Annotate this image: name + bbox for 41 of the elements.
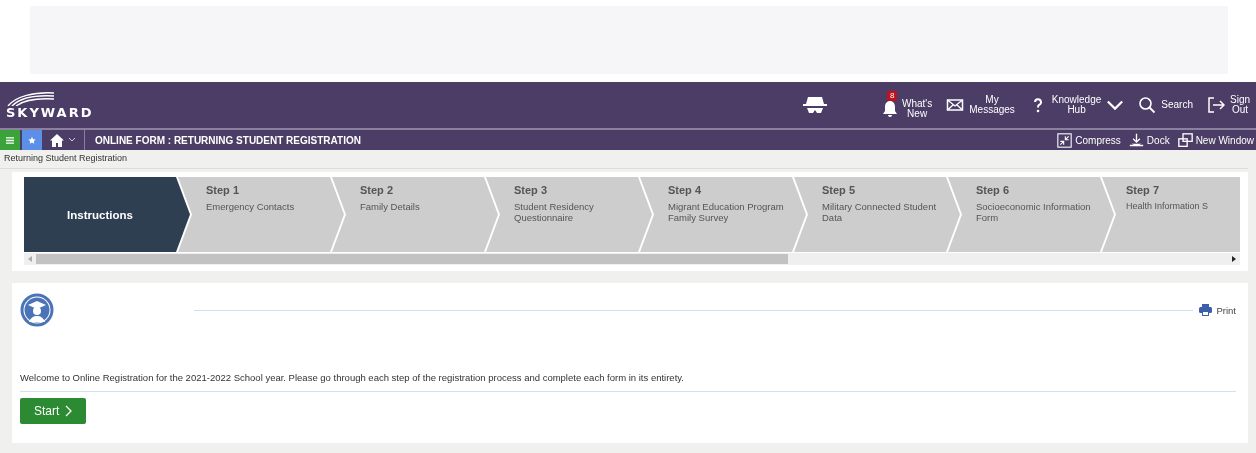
step-tab[interactable]: Step 6 Socioeconomic Information Form <box>948 177 1114 252</box>
help-link[interactable]: Knowledge Hub <box>1028 94 1125 116</box>
bell-link[interactable]: 8 What's New <box>883 90 933 120</box>
menu-icon <box>6 134 14 146</box>
step-tab[interactable]: Step 3 Student Residency Questionnaire <box>486 177 652 252</box>
chevron-icon <box>65 405 73 417</box>
graduate-icon <box>20 293 54 327</box>
welcome-message: Welcome to Online Registration for the 2021-2022 School year. Please go through each step of the registration process and complete each form in its entirety. <box>20 372 1236 392</box>
window-button[interactable]: New Window <box>1177 132 1254 148</box>
step-tab[interactable]: Step 1 Emergency Contacts <box>178 177 344 252</box>
signout-link[interactable]: Sign Out <box>1207 94 1250 116</box>
step-tab[interactable]: Step 5 Military Connected Student Data <box>794 177 960 252</box>
logo: SKYWARD <box>6 91 94 119</box>
printer-icon <box>1199 304 1213 316</box>
signout-icon <box>1207 96 1225 114</box>
search-icon <box>1138 96 1157 114</box>
window-icon <box>1177 132 1193 148</box>
compress-button[interactable]: Compress <box>1057 132 1121 148</box>
search-link[interactable]: Search <box>1138 96 1193 114</box>
print-button[interactable]: Print <box>1199 304 1236 316</box>
caret-icon <box>68 137 76 143</box>
step-tab[interactable]: Instructions <box>24 177 190 252</box>
mail-link[interactable]: My Messages <box>946 94 1015 116</box>
notification-badge: 8 <box>887 90 898 101</box>
scrollbar[interactable] <box>24 253 1240 265</box>
mail-icon <box>946 96 965 114</box>
compress-icon <box>1057 132 1073 148</box>
swoosh-icon <box>6 91 56 106</box>
step-tab[interactable]: Step 4 Migrant Education Program Family Survey <box>640 177 806 252</box>
menu-button[interactable] <box>0 130 20 150</box>
dock-icon <box>1128 132 1144 148</box>
dock-button[interactable]: Dock <box>1128 132 1170 148</box>
breadcrumb: Returning Student Registration <box>0 150 1248 169</box>
spy-icon[interactable] <box>803 95 827 115</box>
home-icon <box>50 133 64 147</box>
step-tab[interactable]: Step 2 Family Details <box>332 177 498 252</box>
page-title: ONLINE FORM : RETURNING STUDENT REGISTRATION <box>94 134 361 146</box>
bell-icon <box>883 101 897 117</box>
step-tab[interactable]: Step 7 Health Information S <box>1102 177 1240 252</box>
favorites-button[interactable] <box>22 130 42 150</box>
start-button[interactable]: Start <box>20 398 87 424</box>
